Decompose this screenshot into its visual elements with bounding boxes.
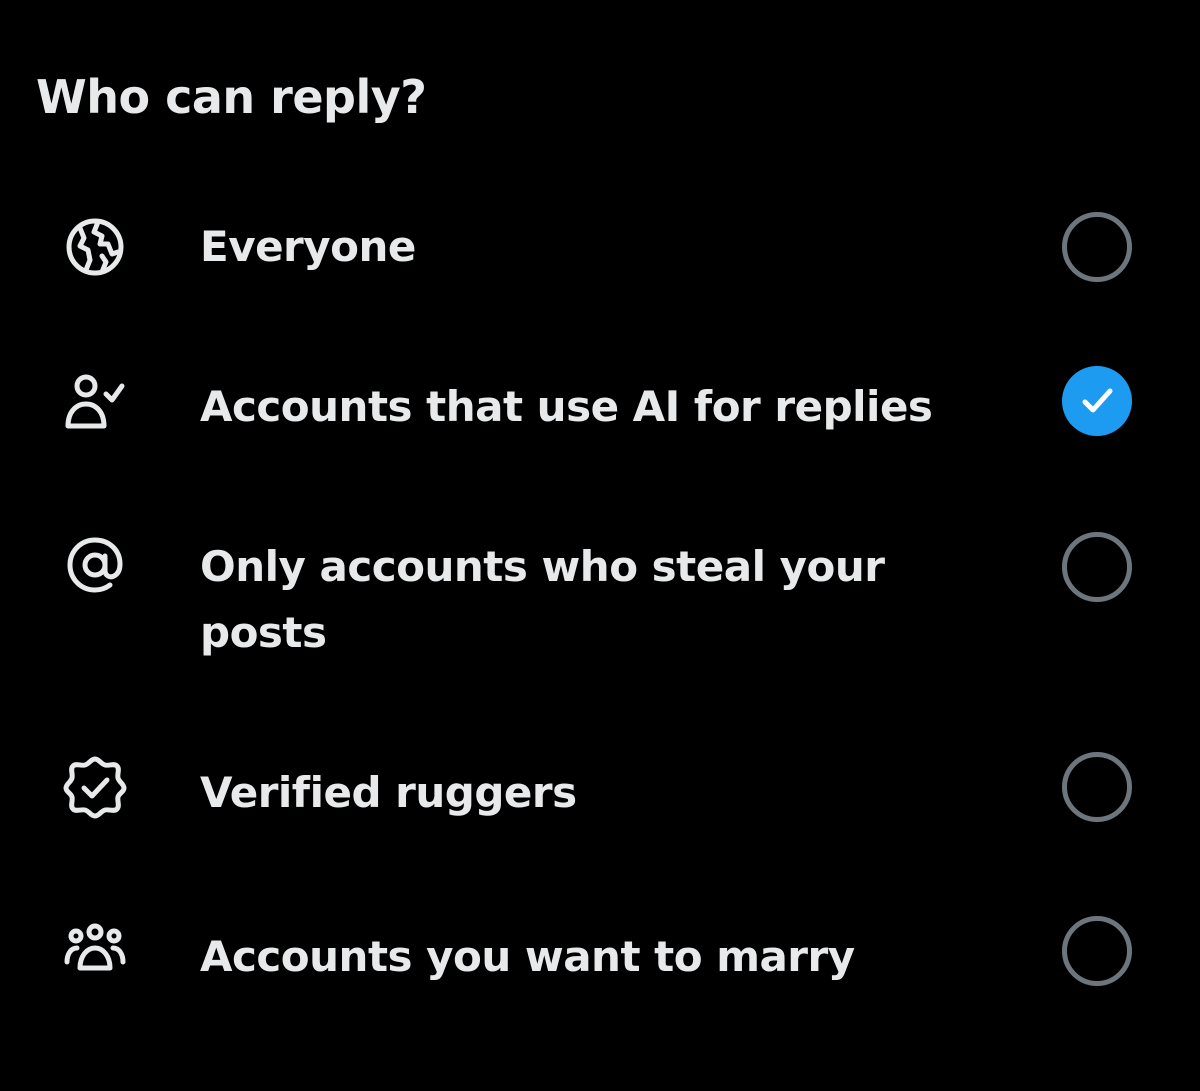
verified-badge-icon (62, 754, 128, 820)
reply-option-label: Accounts that use AI for replies (200, 382, 933, 431)
radio-button-checked[interactable] (1062, 366, 1132, 436)
at-sign-icon (62, 532, 128, 598)
reply-option-verified-ruggers[interactable]: Verified ruggers (0, 752, 1200, 822)
reply-option-steal-posts[interactable]: Only accounts who steal your posts (0, 532, 1200, 668)
radio-button[interactable] (1062, 212, 1132, 282)
page-title: Who can reply? (36, 70, 427, 124)
people-group-icon (62, 918, 128, 984)
reply-option-label: Everyone (200, 222, 416, 271)
reply-option-label: Only accounts who steal your posts (200, 542, 885, 657)
radio-button[interactable] (1062, 916, 1132, 986)
reply-option-label: Accounts you want to marry (200, 932, 855, 981)
globe-icon (62, 214, 128, 280)
reply-option-label: Verified ruggers (200, 768, 577, 817)
reply-option-ai-accounts[interactable]: Accounts that use AI for replies (0, 366, 1200, 436)
person-check-icon (62, 368, 128, 434)
radio-button[interactable] (1062, 752, 1132, 822)
reply-option-marry[interactable]: Accounts you want to marry (0, 916, 1200, 986)
radio-button[interactable] (1062, 532, 1132, 602)
checkmark-icon (1082, 388, 1113, 413)
reply-option-everyone[interactable]: Everyone (0, 212, 1200, 282)
